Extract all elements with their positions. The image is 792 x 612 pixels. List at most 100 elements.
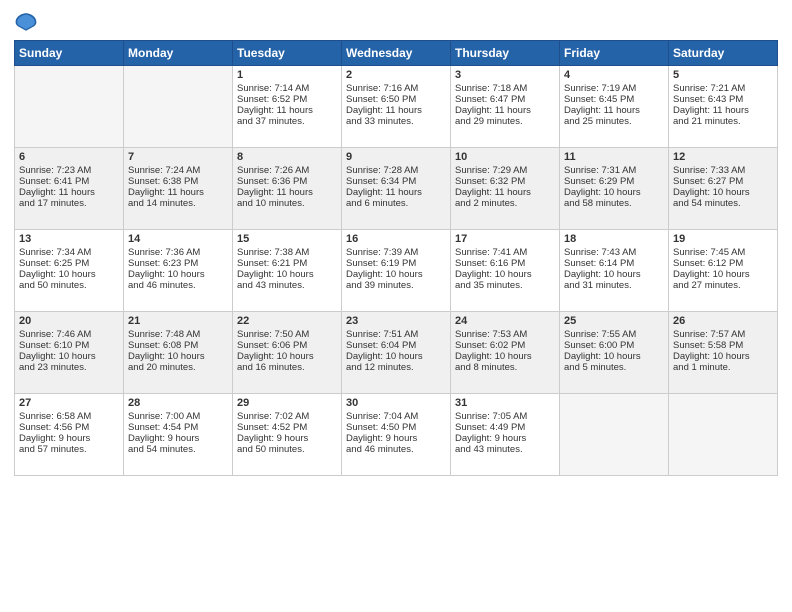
weekday-header-wednesday: Wednesday bbox=[342, 41, 451, 66]
day-info-line: Sunrise: 7:04 AM bbox=[346, 411, 446, 422]
calendar-cell: 10Sunrise: 7:29 AMSunset: 6:32 PMDayligh… bbox=[451, 148, 560, 230]
day-info-line: Sunset: 4:54 PM bbox=[128, 422, 228, 433]
calendar-cell bbox=[124, 66, 233, 148]
day-info-line: Daylight: 11 hours bbox=[455, 187, 555, 198]
calendar-cell: 18Sunrise: 7:43 AMSunset: 6:14 PMDayligh… bbox=[560, 230, 669, 312]
day-info-line: Sunrise: 7:05 AM bbox=[455, 411, 555, 422]
weekday-header-saturday: Saturday bbox=[669, 41, 778, 66]
calendar-cell bbox=[669, 394, 778, 476]
day-info-line: Sunrise: 7:26 AM bbox=[237, 165, 337, 176]
day-info-line: and 37 minutes. bbox=[237, 116, 337, 127]
day-info-line: Sunset: 6:47 PM bbox=[455, 94, 555, 105]
page-container: SundayMondayTuesdayWednesdayThursdayFrid… bbox=[0, 0, 792, 482]
day-info-line: and 54 minutes. bbox=[128, 444, 228, 455]
day-number: 21 bbox=[128, 315, 228, 327]
day-info-line: Sunrise: 7:48 AM bbox=[128, 329, 228, 340]
day-info-line: Sunrise: 7:45 AM bbox=[673, 247, 773, 258]
day-info-line: Sunrise: 7:23 AM bbox=[19, 165, 119, 176]
weekday-header-thursday: Thursday bbox=[451, 41, 560, 66]
day-info-line: Daylight: 10 hours bbox=[346, 351, 446, 362]
day-info-line: Daylight: 11 hours bbox=[564, 105, 664, 116]
calendar-cell: 6 Sunrise: 7:23 AMSunset: 6:41 PMDaylight… bbox=[15, 148, 124, 230]
weekday-header-friday: Friday bbox=[560, 41, 669, 66]
day-number: 29 bbox=[237, 397, 337, 409]
calendar-cell: 7Sunrise: 7:24 AMSunset: 6:38 PMDaylight… bbox=[124, 148, 233, 230]
day-info-line: Daylight: 10 hours bbox=[19, 269, 119, 280]
day-info-line: and 39 minutes. bbox=[346, 280, 446, 291]
day-info-line: Sunrise: 7:16 AM bbox=[346, 83, 446, 94]
day-info-line: Daylight: 11 hours bbox=[237, 105, 337, 116]
day-info-line: Sunset: 6:19 PM bbox=[346, 258, 446, 269]
day-info-line: and 43 minutes. bbox=[455, 444, 555, 455]
day-info-line: Sunset: 6:00 PM bbox=[564, 340, 664, 351]
day-info-line: Sunrise: 7:51 AM bbox=[346, 329, 446, 340]
day-info-line: Sunset: 6:10 PM bbox=[19, 340, 119, 351]
calendar-cell: 22Sunrise: 7:50 AMSunset: 6:06 PMDayligh… bbox=[233, 312, 342, 394]
day-info-line: Daylight: 9 hours bbox=[237, 433, 337, 444]
day-info-line: and 6 minutes. bbox=[346, 198, 446, 209]
calendar-cell: 27Sunrise: 6:58 AMSunset: 4:56 PMDayligh… bbox=[15, 394, 124, 476]
day-info-line: and 50 minutes. bbox=[19, 280, 119, 291]
day-info-line: Daylight: 10 hours bbox=[237, 351, 337, 362]
day-info-line: and 12 minutes. bbox=[346, 362, 446, 373]
calendar-cell: 4Sunrise: 7:19 AMSunset: 6:45 PMDaylight… bbox=[560, 66, 669, 148]
day-info-line: Daylight: 10 hours bbox=[237, 269, 337, 280]
calendar-cell: 14Sunrise: 7:36 AMSunset: 6:23 PMDayligh… bbox=[124, 230, 233, 312]
calendar-cell: 19Sunrise: 7:45 AMSunset: 6:12 PMDayligh… bbox=[669, 230, 778, 312]
day-number: 27 bbox=[19, 397, 119, 409]
day-number: 6 bbox=[19, 151, 119, 163]
day-number: 9 bbox=[346, 151, 446, 163]
day-info-line: and 50 minutes. bbox=[237, 444, 337, 455]
calendar-cell: 16Sunrise: 7:39 AMSunset: 6:19 PMDayligh… bbox=[342, 230, 451, 312]
day-info-line: Sunset: 4:52 PM bbox=[237, 422, 337, 433]
calendar-cell: 30Sunrise: 7:04 AMSunset: 4:50 PMDayligh… bbox=[342, 394, 451, 476]
day-info-line: and 20 minutes. bbox=[128, 362, 228, 373]
day-info-line: Daylight: 11 hours bbox=[346, 187, 446, 198]
day-info-line: Sunset: 6:34 PM bbox=[346, 176, 446, 187]
day-info-line: Sunset: 6:50 PM bbox=[346, 94, 446, 105]
day-info-line: and 54 minutes. bbox=[673, 198, 773, 209]
day-info-line: Sunset: 6:25 PM bbox=[19, 258, 119, 269]
day-info-line: Sunset: 6:21 PM bbox=[237, 258, 337, 269]
day-info-line: Daylight: 10 hours bbox=[19, 351, 119, 362]
calendar-week-row: 13Sunrise: 7:34 AMSunset: 6:25 PMDayligh… bbox=[15, 230, 778, 312]
weekday-header-row: SundayMondayTuesdayWednesdayThursdayFrid… bbox=[15, 41, 778, 66]
day-info-line: Daylight: 9 hours bbox=[19, 433, 119, 444]
day-number: 1 bbox=[237, 69, 337, 81]
day-info-line: Sunset: 6:38 PM bbox=[128, 176, 228, 187]
calendar-cell: 3Sunrise: 7:18 AMSunset: 6:47 PMDaylight… bbox=[451, 66, 560, 148]
day-info-line: Sunset: 4:56 PM bbox=[19, 422, 119, 433]
day-info-line: and 17 minutes. bbox=[19, 198, 119, 209]
day-number: 4 bbox=[564, 69, 664, 81]
day-info-line: Sunset: 6:41 PM bbox=[19, 176, 119, 187]
day-number: 25 bbox=[564, 315, 664, 327]
day-info-line: Sunset: 4:50 PM bbox=[346, 422, 446, 433]
day-info-line: Sunrise: 7:39 AM bbox=[346, 247, 446, 258]
day-info-line: Daylight: 11 hours bbox=[19, 187, 119, 198]
day-info-line: Daylight: 11 hours bbox=[673, 105, 773, 116]
calendar-cell: 11Sunrise: 7:31 AMSunset: 6:29 PMDayligh… bbox=[560, 148, 669, 230]
day-info-line: Daylight: 10 hours bbox=[128, 351, 228, 362]
calendar-cell: 25Sunrise: 7:55 AMSunset: 6:00 PMDayligh… bbox=[560, 312, 669, 394]
calendar-table: SundayMondayTuesdayWednesdayThursdayFrid… bbox=[14, 40, 778, 476]
day-number: 23 bbox=[346, 315, 446, 327]
day-info-line: Daylight: 11 hours bbox=[237, 187, 337, 198]
day-info-line: and 16 minutes. bbox=[237, 362, 337, 373]
day-info-line: and 31 minutes. bbox=[564, 280, 664, 291]
day-info-line: Sunset: 6:23 PM bbox=[128, 258, 228, 269]
day-info-line: Sunrise: 7:50 AM bbox=[237, 329, 337, 340]
day-number: 18 bbox=[564, 233, 664, 245]
day-info-line: Sunrise: 7:41 AM bbox=[455, 247, 555, 258]
calendar-cell: 5Sunrise: 7:21 AMSunset: 6:43 PMDaylight… bbox=[669, 66, 778, 148]
day-number: 30 bbox=[346, 397, 446, 409]
calendar-cell: 17Sunrise: 7:41 AMSunset: 6:16 PMDayligh… bbox=[451, 230, 560, 312]
day-info-line: Sunset: 6:36 PM bbox=[237, 176, 337, 187]
day-number: 5 bbox=[673, 69, 773, 81]
day-info-line: Sunrise: 7:29 AM bbox=[455, 165, 555, 176]
calendar-cell: 15Sunrise: 7:38 AMSunset: 6:21 PMDayligh… bbox=[233, 230, 342, 312]
day-info-line: Daylight: 10 hours bbox=[673, 269, 773, 280]
day-info-line: Daylight: 10 hours bbox=[128, 269, 228, 280]
day-info-line: and 58 minutes. bbox=[564, 198, 664, 209]
day-info-line: Sunset: 4:49 PM bbox=[455, 422, 555, 433]
day-info-line: Sunset: 5:58 PM bbox=[673, 340, 773, 351]
